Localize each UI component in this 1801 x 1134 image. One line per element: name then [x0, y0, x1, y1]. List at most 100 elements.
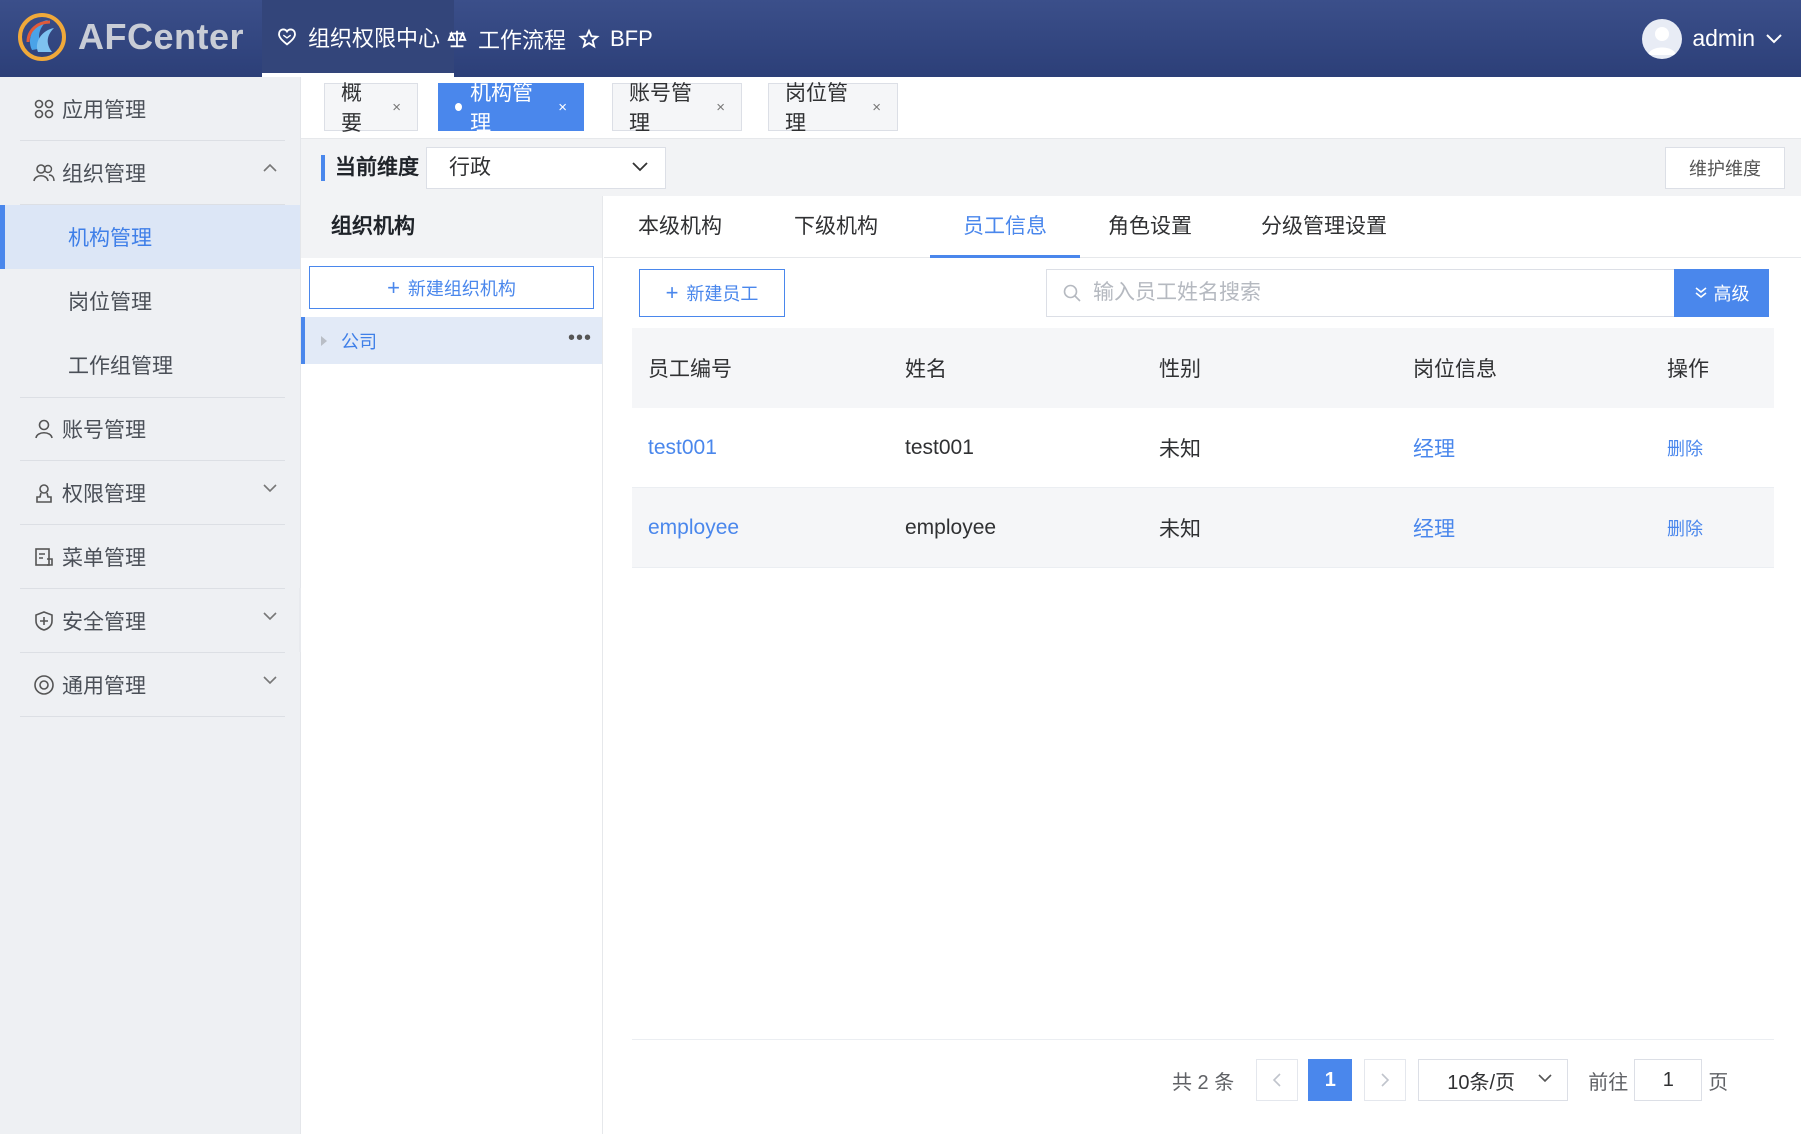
chevron-down-icon: [1766, 33, 1782, 43]
new-org-button-label: 新建组织机构: [407, 278, 516, 299]
topnav-label: 组织权限中心: [308, 25, 441, 51]
sidebar-item-menu-management[interactable]: 菜单管理: [20, 525, 285, 589]
user-icon: [32, 417, 56, 441]
top-navigation-bar: AFCenter 组织权限中心 工作流程 BFP admin: [0, 0, 1801, 77]
page-number-button[interactable]: 1: [1308, 1059, 1353, 1101]
shield-icon: [32, 609, 56, 633]
new-employee-button-label: 新建员工: [686, 284, 759, 304]
column-header: 操作: [1667, 358, 1709, 381]
logo-icon: [18, 13, 66, 61]
table-row: test001 test001 未知 经理 删除: [632, 408, 1774, 488]
employee-table: 员工编号 姓名 性别 岗位信息 操作 test001 test001 未知 经理…: [632, 328, 1774, 568]
page-size-select[interactable]: 10条/页: [1418, 1059, 1569, 1101]
goto-prefix: 前往: [1588, 1071, 1629, 1094]
position-link[interactable]: 经理: [1413, 438, 1455, 461]
sidebar-item-permission-management[interactable]: 权限管理: [20, 461, 285, 525]
settings-icon: [32, 673, 56, 697]
employee-id-link[interactable]: test001: [648, 436, 717, 459]
grid-icon: [32, 97, 56, 121]
chevron-down-icon: [1538, 1074, 1552, 1083]
sidebar-item-position-management[interactable]: 岗位管理: [0, 269, 300, 333]
tree-node-company[interactable]: 公司 •••: [301, 317, 602, 364]
close-icon[interactable]: ×: [872, 99, 881, 116]
dimension-bar: 当前维度 行政 维护维度: [301, 139, 1801, 196]
pagination-divider: [632, 1039, 1774, 1040]
maintain-dimension-button[interactable]: 维护维度: [1665, 147, 1785, 189]
advanced-search-button[interactable]: 高级: [1674, 269, 1769, 317]
sidebar-item-security-management[interactable]: 安全管理: [20, 589, 285, 653]
star-icon: [578, 27, 600, 48]
dimension-label: 当前维度: [321, 155, 419, 181]
scale-icon: [447, 30, 467, 47]
new-employee-button[interactable]: + 新建员工: [639, 269, 785, 317]
sidebar-item-workgroup-management[interactable]: 工作组管理: [0, 333, 300, 397]
tab-label: 岗位管理: [785, 82, 848, 135]
advanced-button-label: 高级: [1713, 284, 1750, 304]
close-icon[interactable]: ×: [392, 99, 401, 116]
pagination: 共 2 条 1 10条/页 前往 1 页: [1172, 1059, 1728, 1101]
next-page-button[interactable]: [1364, 1059, 1407, 1101]
dimension-value: 行政: [449, 156, 491, 179]
topnav-workflow[interactable]: 工作流程: [432, 0, 580, 77]
plus-icon: +: [387, 274, 400, 300]
new-org-button[interactable]: + 新建组织机构: [309, 266, 594, 309]
page-size-value: 10条/页: [1447, 1071, 1516, 1094]
sidebar-item-org-management[interactable]: 组织管理: [20, 141, 285, 205]
sidebar-item-label: 账号管理: [62, 419, 146, 442]
position-link[interactable]: 经理: [1413, 518, 1455, 541]
subtab-employee-info[interactable]: 员工信息: [930, 196, 1080, 258]
active-dot-icon: [455, 103, 463, 111]
prev-page-button[interactable]: [1256, 1059, 1299, 1101]
users-icon: [32, 161, 56, 185]
delete-link[interactable]: 删除: [1667, 519, 1703, 539]
tab-account-management[interactable]: 账号管理 ×: [612, 82, 742, 135]
subtab-hierarchical-settings[interactable]: 分级管理设置: [1244, 196, 1404, 258]
tab-institution-management[interactable]: 机构管理 ×: [438, 82, 584, 135]
tab-label: 机构管理: [470, 82, 534, 135]
main-content: 本级机构 下级机构 员工信息 角色设置 分级管理设置 + 新建员工 高级 员工编…: [604, 196, 1801, 1134]
close-icon[interactable]: ×: [558, 99, 567, 116]
delete-link[interactable]: 删除: [1667, 439, 1703, 459]
permission-icon: [32, 481, 56, 505]
sidebar-item-label: 菜单管理: [62, 546, 146, 570]
sidebar-item-app-management[interactable]: 应用管理: [20, 77, 285, 141]
double-chevron-down-icon: [1695, 287, 1706, 299]
column-header: 性别: [1159, 358, 1201, 381]
subtab-role-settings[interactable]: 角色设置: [1094, 196, 1206, 258]
employee-search-input[interactable]: [1093, 281, 1653, 305]
tree-node-label: 公司: [341, 331, 377, 352]
topnav-bfp[interactable]: BFP: [564, 0, 667, 77]
sidebar-item-label: 工作组管理: [68, 355, 173, 378]
username: admin: [1692, 25, 1755, 51]
pagination-total: 共 2 条: [1172, 1071, 1235, 1094]
chevron-left-icon: [1273, 1073, 1281, 1087]
app-logo[interactable]: AFCenter: [18, 12, 244, 62]
expand-caret-icon[interactable]: [321, 335, 327, 346]
employee-search: [1046, 269, 1674, 317]
sidebar-item-label: 应用管理: [62, 98, 146, 122]
sidebar-item-label: 机构管理: [68, 227, 152, 250]
sidebar-item-label: 权限管理: [62, 482, 146, 506]
subtab-sub-level[interactable]: 下级机构: [780, 196, 892, 258]
goto-page-input[interactable]: 1: [1634, 1059, 1703, 1101]
chevron-up-icon: [263, 163, 277, 172]
dimension-select[interactable]: 行政: [426, 147, 666, 189]
sidebar-item-general-management[interactable]: 通用管理: [20, 653, 285, 717]
more-options-icon[interactable]: •••: [568, 327, 592, 350]
employee-id-link[interactable]: employee: [648, 516, 739, 539]
sidebar-item-institution-management[interactable]: 机构管理: [0, 205, 300, 269]
topnav-org-permission-center[interactable]: 组织权限中心: [262, 0, 455, 77]
employee-name: employee: [905, 515, 997, 539]
close-icon[interactable]: ×: [716, 99, 725, 116]
column-header: 员工编号: [648, 358, 732, 381]
user-menu[interactable]: admin: [1642, 0, 1783, 77]
sidebar-item-account-management[interactable]: 账号管理: [20, 397, 285, 461]
table-header: 员工编号 姓名 性别 岗位信息 操作: [632, 328, 1774, 408]
employee-gender: 未知: [1159, 517, 1201, 541]
sidebar-item-label: 安全管理: [62, 610, 146, 634]
tab-position-management[interactable]: 岗位管理 ×: [768, 82, 898, 135]
user-avatar-icon: [1648, 26, 1677, 55]
subtab-current-level[interactable]: 本级机构: [624, 196, 736, 258]
topnav-label: 工作流程: [478, 27, 567, 53]
tab-overview[interactable]: 概要 ×: [324, 82, 418, 135]
